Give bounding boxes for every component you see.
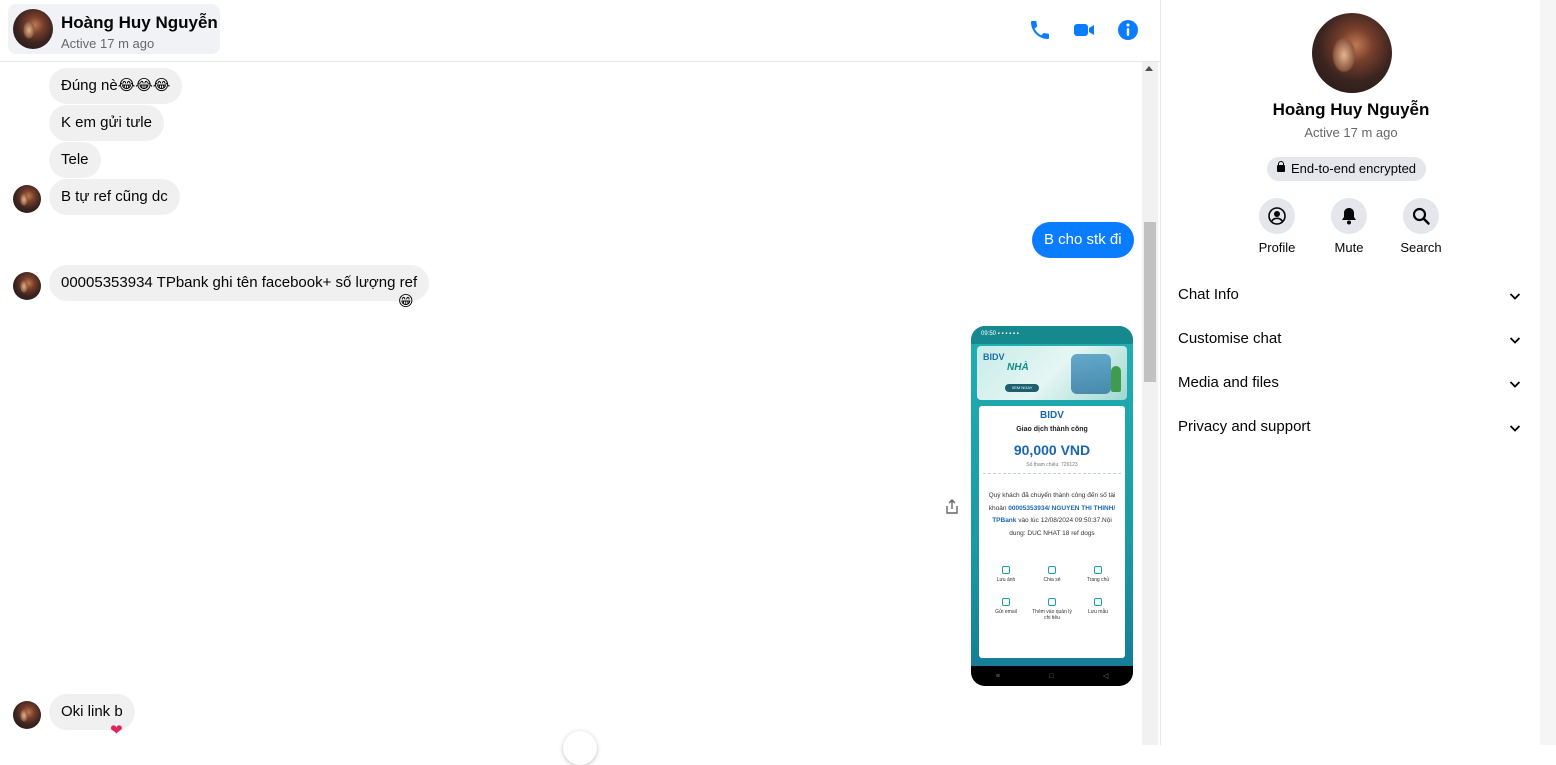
receipt-status: Giao dịch thành công [1016, 426, 1088, 433]
chevron-down-icon [1509, 378, 1521, 388]
action-label: Search [1400, 240, 1442, 255]
reaction-heart-icon[interactable]: ❤ [110, 723, 123, 739]
receipt-action: Thêm vào quản lý chi tiêu [1032, 598, 1072, 621]
email-icon [1002, 598, 1010, 606]
banner-plant [1111, 366, 1121, 392]
phone-status-bar: 09:50 ▪ ▪ ▪ ▪ ▪ ▪ [971, 326, 1133, 344]
receipt-action: Lưu mẫu [1078, 598, 1118, 621]
receipt-amount: 90,000 VND [1013, 442, 1091, 458]
message-list[interactable]: Đúng nè😂😂😂 K em gửi tưle Tele B tự ref c… [0, 62, 1142, 745]
section-label: Customise chat [1178, 330, 1282, 347]
conversation-details-panel: Hoàng Huy Nguyễn Active 17 m ago End-to-… [1160, 0, 1540, 745]
chevron-down-icon [1509, 334, 1521, 344]
receipt-divider [983, 473, 1121, 474]
header-contact[interactable]: Hoàng Huy Nguyễn Active 17 m ago [8, 4, 220, 54]
section-label: Media and files [1178, 374, 1279, 391]
lock-icon [1277, 161, 1285, 172]
chevron-down-icon [1509, 422, 1521, 432]
profile-button[interactable]: Profile [1247, 198, 1307, 255]
section-customise-chat[interactable]: Customise chat [1169, 320, 1533, 360]
chat-header: Hoàng Huy Nguyễn Active 17 m ago [0, 0, 1160, 62]
action-label: Mute [1334, 240, 1364, 255]
wallet-icon [1048, 598, 1056, 606]
banner-title: NHÀ [1007, 362, 1029, 373]
section-media-and-files[interactable]: Media and files [1169, 364, 1533, 404]
phone-nav-bar: ≡ □ ◁ [971, 666, 1133, 686]
receipt-actions-row: Gửi email Thêm vào quản lý chi tiêu Lưu … [983, 598, 1121, 621]
receipt-actions-row: Lưu ảnh Chia sẻ Trang chủ [983, 566, 1121, 583]
nav-menu-icon: ≡ [995, 672, 1000, 680]
banner-brand: BIDV [983, 352, 1005, 362]
receipt-action-label: Lưu mẫu [1087, 609, 1109, 615]
home-icon [1094, 566, 1102, 574]
section-chat-info[interactable]: Chat Info [1169, 276, 1533, 316]
avatar[interactable] [13, 272, 41, 300]
receipt-action-label: Trang chủ [1086, 577, 1110, 583]
window-edge [1540, 0, 1556, 745]
profile-status: Active 17 m ago [1304, 125, 1398, 140]
receipt-text: vào lúc 12/08/2024 09:50:37.Nội dung: DU… [1009, 517, 1112, 537]
receipt-action: Gửi email [986, 598, 1026, 621]
scrollbar[interactable] [1142, 62, 1158, 745]
profile-name: Hoàng Huy Nguyễn [1272, 100, 1430, 119]
banner-photo [1071, 354, 1111, 394]
encryption-label: End-to-end encrypted [1291, 161, 1417, 176]
promo-banner: BIDV NHÀ XEM NGAY [977, 346, 1127, 400]
section-label: Chat Info [1178, 286, 1239, 303]
transfer-receipt: BIDV Giao dịch thành công 90,000 VND Số … [979, 406, 1125, 658]
template-icon [1094, 598, 1102, 606]
scroll-up-arrow-icon[interactable] [1145, 66, 1153, 71]
receipt-reference: Số tham chiếu: 726123 [1026, 462, 1078, 468]
image-attachment[interactable]: 09:50 ▪ ▪ ▪ ▪ ▪ ▪ BIDV NHÀ XEM NGAY BIDV… [971, 326, 1133, 686]
nav-home-icon: □ [1049, 672, 1054, 680]
receipt-action-label: Lưu ảnh [996, 577, 1016, 583]
receipt-action-label: Gửi email [995, 609, 1017, 615]
encryption-badge[interactable]: End-to-end encrypted [1267, 157, 1427, 181]
search-button[interactable]: Search [1391, 198, 1451, 255]
message-bubble[interactable]: B tự ref cũng dc [49, 179, 180, 215]
contact-name: Hoàng Huy Nguyễn [61, 13, 218, 32]
message-bubble[interactable]: 00005353934 TPbank ghi tên facebook+ số … [49, 265, 430, 301]
banner-button: XEM NGAY [1005, 384, 1039, 392]
share-icon [1048, 566, 1056, 574]
section-label: Privacy and support [1178, 418, 1311, 435]
avatar[interactable] [13, 185, 41, 213]
action-label: Profile [1258, 240, 1296, 255]
avatar[interactable] [13, 9, 53, 49]
receipt-action: Lưu ảnh [986, 566, 1026, 583]
receipt-action: Trang chủ [1078, 566, 1118, 583]
receipt-action-label: Chia sẻ [1043, 577, 1061, 583]
chevron-down-icon [1509, 290, 1521, 300]
receipt-details: Quý khách đã chuyển thành công đến số tà… [987, 490, 1117, 540]
scroll-to-bottom-button[interactable] [563, 731, 597, 765]
search-icon [1403, 198, 1439, 234]
avatar[interactable] [13, 701, 41, 729]
message-bubble[interactable]: Tele [49, 142, 101, 178]
contact-status: Active 17 m ago [61, 36, 155, 51]
reaction-emoji[interactable]: 😁 [398, 294, 414, 310]
share-icon[interactable] [943, 498, 961, 516]
bell-icon [1331, 198, 1367, 234]
profile-avatar[interactable] [1312, 13, 1392, 93]
scrollbar-thumb[interactable] [1144, 222, 1156, 382]
profile-icon [1259, 198, 1295, 234]
video-icon[interactable] [1072, 18, 1096, 42]
message-bubble-outgoing[interactable]: B cho stk đi [1032, 222, 1134, 258]
receipt-action-label: Thêm vào quản lý chi tiêu [1032, 609, 1072, 621]
message-bubble[interactable]: K em gửi tưle [49, 105, 164, 141]
nav-back-icon: ◁ [1102, 673, 1109, 680]
receipt-action: Chia sẻ [1032, 566, 1072, 583]
receipt-brand: BIDV [1040, 410, 1064, 421]
mute-button[interactable]: Mute [1319, 198, 1379, 255]
message-bubble[interactable]: Đúng nè😂😂😂 [49, 68, 183, 104]
info-icon[interactable] [1116, 18, 1140, 42]
save-image-icon [1002, 566, 1010, 574]
phone-icon[interactable] [1028, 18, 1052, 42]
section-privacy-and-support[interactable]: Privacy and support [1169, 408, 1533, 448]
